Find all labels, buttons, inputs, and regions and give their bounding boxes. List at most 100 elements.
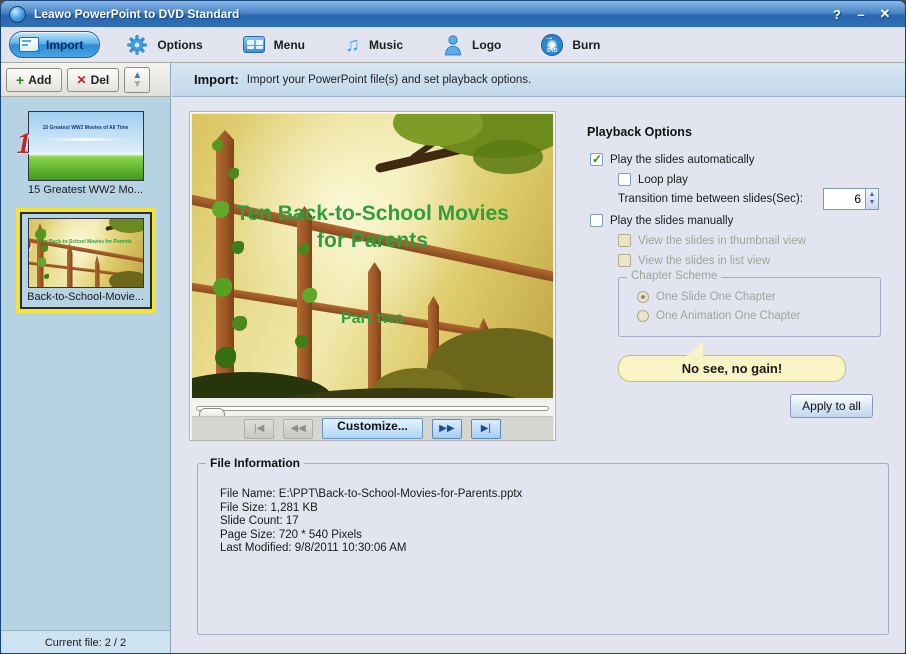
thumbnail-list: 1 15 Greatest WW2 Movies of All Time 15 … [1, 97, 170, 629]
delete-x-icon: ✕ [77, 73, 87, 87]
thumb-title-text: 15 Greatest WW2 Movies of All Time [29, 125, 143, 131]
music-note-icon: ♫ [345, 36, 360, 54]
thumbnail-image-back-to-school: 2 Ten Back-to-School Movies for Parents [28, 218, 144, 288]
list-item-back-to-school[interactable]: 2 Ten Back-to-School Movies for Parents … [20, 212, 152, 309]
burn-disc-icon: → DVD [541, 34, 563, 56]
slide-title-text: Ten Back-to-School Movies for Parents [221, 200, 524, 254]
slider-track[interactable] [196, 406, 549, 411]
chapter-scheme-legend: Chapter Scheme [627, 270, 721, 282]
thumbnail-image-ww2: 1 15 Greatest WW2 Movies of All Time [28, 111, 144, 181]
slide-part-text: Part two [192, 310, 553, 328]
thumbnail-view-label: View the slides in thumbnail view [638, 235, 806, 247]
playback-options-heading: Playback Options [587, 125, 692, 139]
toolbar-menu-label: Menu [274, 38, 305, 52]
current-file-status: Current file: 2 / 2 [1, 630, 170, 654]
file-information-lines: File Name: E:\PPT\Back-to-School-Movies-… [220, 488, 522, 556]
last-modified-line: Last Modified: 9/8/2011 10:30:06 AM [220, 542, 522, 556]
customize-button[interactable]: Customize... [322, 418, 423, 439]
chapter-scheme-group: Chapter Scheme One Slide One Chapter One… [618, 277, 881, 337]
main-toolbar: + Import Options Menu ♫ Music [1, 27, 905, 63]
move-down-icon[interactable]: ▼ [132, 80, 142, 89]
import-icon: + [19, 37, 39, 52]
options-gear-icon [126, 34, 148, 56]
one-animation-one-chapter-label: One Animation One Chapter [656, 310, 800, 322]
thumbnail-caption: Back-to-School-Movie... [24, 291, 148, 303]
apply-to-all-button[interactable]: Apply to all [790, 394, 873, 418]
spinner-arrows: ▲ ▼ [865, 188, 879, 210]
one-animation-one-chapter-radio [637, 310, 649, 322]
list-view-row: View the slides in list view [618, 254, 770, 267]
one-slide-one-chapter-row: One Slide One Chapter [637, 291, 776, 303]
toolbar-burn-label: Burn [572, 38, 600, 52]
preview-controls: |◀ ◀◀ Customize... ▶▶ ▶| [192, 416, 553, 440]
loop-play-checkbox[interactable] [618, 173, 631, 186]
minimize-button[interactable]: – [849, 7, 873, 22]
toolbar-options-label: Options [157, 38, 202, 52]
file-size-line: File Size: 1,281 KB [220, 502, 522, 516]
manual-play-checkbox[interactable] [590, 214, 603, 227]
toolbar-item-music[interactable]: ♫ Music [345, 36, 403, 54]
slide-preview-panel: Ten Back-to-School Movies for Parents Pa… [189, 111, 556, 441]
toolbar-item-logo[interactable]: Logo [443, 34, 501, 56]
spin-down-icon[interactable]: ▼ [869, 199, 876, 207]
list-item-ww2[interactable]: 1 15 Greatest WW2 Movies of All Time 15 … [20, 107, 152, 200]
loop-play-row: Loop play [618, 173, 688, 186]
app-icon [9, 6, 26, 23]
thumbnail-caption: 15 Greatest WW2 Mo... [22, 184, 150, 196]
logo-person-icon [443, 34, 463, 56]
file-list-toolbar: + Add ✕ Del ▲ ▼ [1, 63, 170, 97]
section-subtitle: Import your PowerPoint file(s) and set p… [247, 74, 531, 86]
loop-play-label: Loop play [638, 174, 688, 186]
del-label: Del [91, 73, 110, 87]
transition-label: Transition time between slides(Sec): [618, 193, 803, 205]
slide-preview-image: Ten Back-to-School Movies for Parents Pa… [192, 114, 553, 398]
thumbnail-view-row: View the slides in thumbnail view [618, 234, 806, 247]
hint-tooltip: No see, no gain! [618, 355, 846, 382]
thumbnail-view-checkbox [618, 234, 631, 247]
transition-row: Transition time between slides(Sec): [618, 193, 803, 205]
page-size-line: Page Size: 720 * 540 Pixels [220, 529, 522, 543]
preview-slider[interactable] [192, 400, 553, 416]
toolbar-logo-label: Logo [472, 38, 501, 52]
add-label: Add [28, 73, 51, 87]
auto-play-checkbox[interactable] [590, 153, 603, 166]
file-name-line: File Name: E:\PPT\Back-to-School-Movies-… [220, 488, 522, 502]
first-slide-button[interactable]: |◀ [244, 419, 274, 439]
spin-up-icon[interactable]: ▲ [869, 191, 876, 199]
section-title: Import: [194, 72, 239, 87]
auto-play-label: Play the slides automatically [610, 154, 754, 166]
app-window: Leawo PowerPoint to DVD Standard ? – ✕ +… [0, 0, 906, 654]
one-slide-one-chapter-radio [637, 291, 649, 303]
reorder-widget[interactable]: ▲ ▼ [124, 67, 150, 93]
auto-play-row: Play the slides automatically [590, 153, 754, 166]
mini-slide-title: Ten Back-to-School Movies for Parents [38, 239, 134, 245]
file-information-legend: File Information [206, 456, 304, 470]
slide-number: 2 [28, 237, 32, 265]
close-button[interactable]: ✕ [873, 6, 897, 22]
previous-slide-button[interactable]: ◀◀ [283, 419, 313, 439]
one-animation-one-chapter-row: One Animation One Chapter [637, 310, 800, 322]
slide-count-line: Slide Count: 17 [220, 515, 522, 529]
add-file-button[interactable]: + Add [6, 68, 62, 92]
section-header: Import: Import your PowerPoint file(s) a… [172, 63, 906, 97]
delete-file-button[interactable]: ✕ Del [67, 68, 120, 92]
list-view-label: View the slides in list view [638, 255, 770, 267]
title-bar: Leawo PowerPoint to DVD Standard ? – ✕ [1, 1, 905, 27]
window-title: Leawo PowerPoint to DVD Standard [34, 7, 825, 21]
file-list-panel: + Add ✕ Del ▲ ▼ 1 15 Greatest WW2 Movies… [1, 63, 171, 654]
list-view-checkbox [618, 254, 631, 267]
help-button[interactable]: ? [825, 7, 849, 22]
transition-time-input[interactable] [823, 188, 865, 210]
file-information-group: File Information File Name: E:\PPT\Back-… [197, 463, 889, 635]
toolbar-item-options[interactable]: Options [126, 34, 202, 56]
toolbar-item-burn[interactable]: → DVD Burn [541, 34, 600, 56]
slide-number: 1 [17, 130, 32, 158]
toolbar-import-label: Import [46, 38, 83, 52]
plus-icon: + [16, 72, 24, 88]
toolbar-music-label: Music [369, 38, 403, 52]
toolbar-item-menu[interactable]: Menu [243, 36, 305, 53]
one-slide-one-chapter-label: One Slide One Chapter [656, 291, 776, 303]
next-slide-button[interactable]: ▶▶ [432, 419, 462, 439]
last-slide-button[interactable]: ▶| [471, 419, 501, 439]
toolbar-item-import[interactable]: + Import [9, 31, 100, 58]
